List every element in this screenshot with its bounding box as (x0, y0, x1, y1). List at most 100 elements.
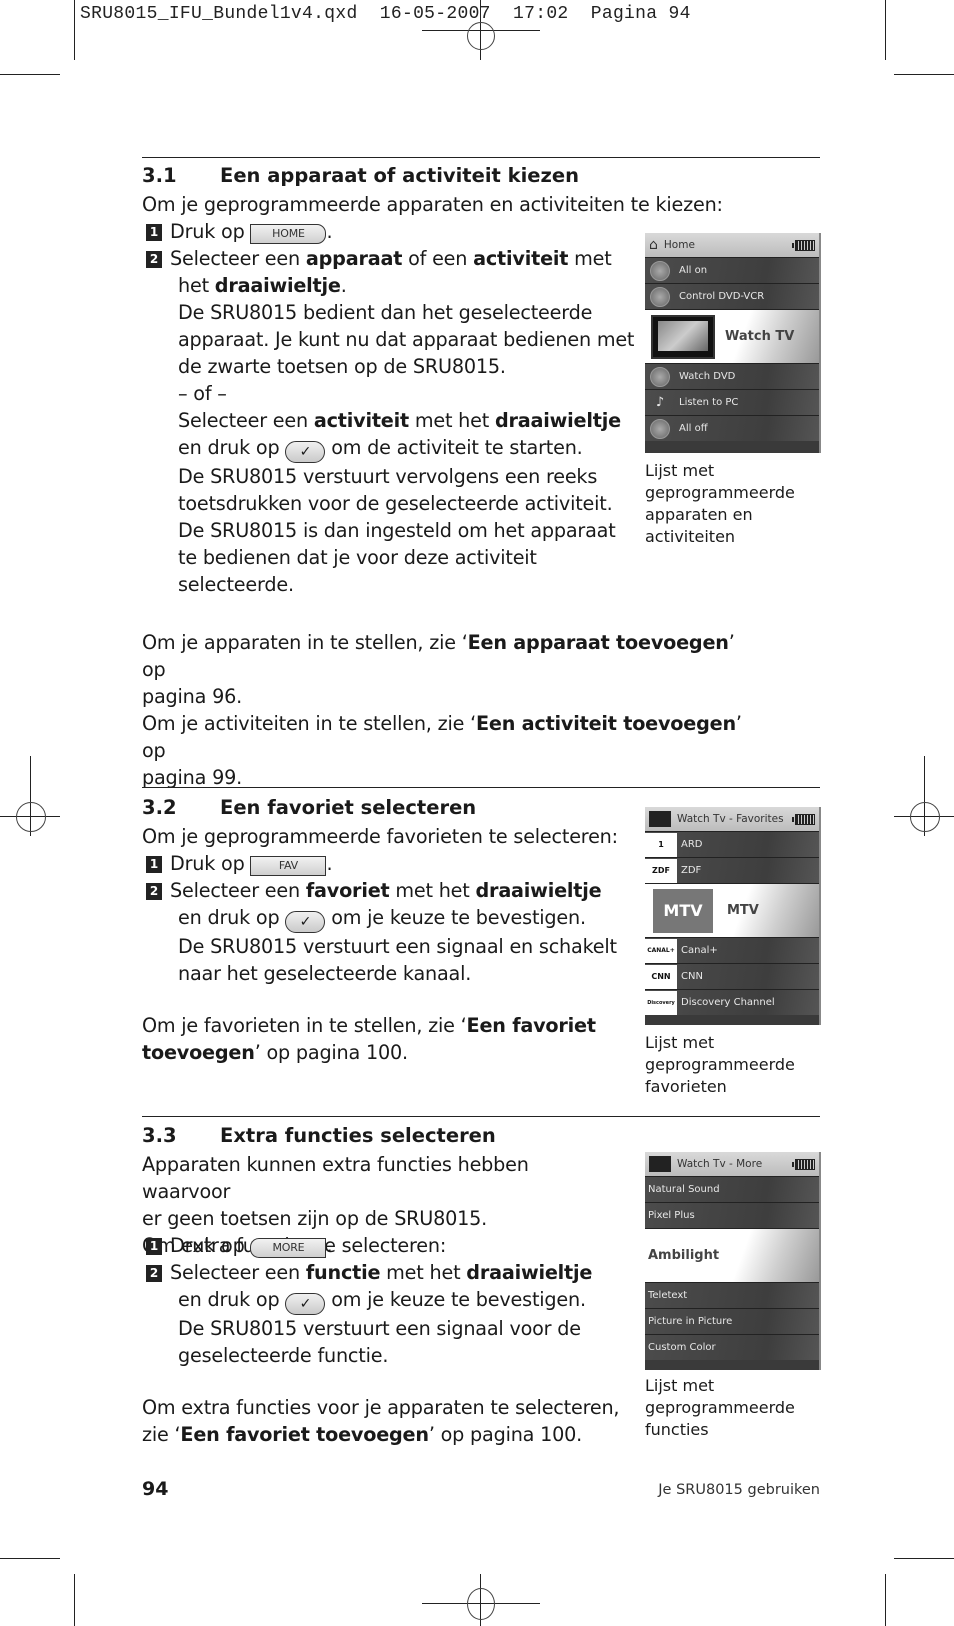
step-text: Druk op (170, 1234, 245, 1257)
ref-text: Om je activiteiten in te stellen, zie ‘ (142, 712, 476, 735)
caption-line: activiteiten (645, 527, 736, 546)
step-text-bold: draaiwieltje (466, 1261, 593, 1284)
slug-time: 17:02 (513, 4, 569, 24)
section-heading-3-2: 3.2 Een favoriet selecteren (142, 796, 476, 819)
step-text-bold: draaiwieltje (214, 274, 341, 297)
text-line: Om je activiteiten in te stellen, zie ‘E… (142, 710, 762, 764)
menu-item-label: All off (679, 423, 708, 434)
menu-item-selected: Watch TV (645, 309, 819, 363)
section-divider (142, 787, 820, 788)
text-line: zie ‘Een favoriet toevoegen’ op pagina 1… (142, 1421, 622, 1448)
caption-line: favorieten (645, 1077, 727, 1096)
step-text: . (326, 1234, 333, 1257)
step-text: . (326, 852, 333, 875)
registration-circle (467, 22, 495, 50)
menu-item-label: Custom Color (648, 1342, 716, 1353)
menu-item: CNN CNN (645, 963, 819, 989)
dvd-icon (650, 366, 670, 387)
crop-mark (74, 0, 75, 60)
menu-item-label: ARD (681, 839, 703, 850)
menu-item-label: Pixel Plus (648, 1210, 695, 1221)
step-text: . (340, 274, 347, 297)
mtv-logo-icon: MTV (653, 888, 713, 933)
menu-item-selected: Ambilight (645, 1228, 819, 1282)
ref-link: Een activiteit toevoegen (476, 712, 736, 735)
tv-icon (649, 1156, 671, 1172)
cross-reference: Om je apparaten in te stellen, zie ‘ Een … (142, 629, 762, 791)
menu-item-label: Listen to PC (679, 397, 739, 408)
menu-item-selected: MTV MTV (645, 883, 819, 937)
text-line: er geen toetsen zijn op de SRU8015. (142, 1207, 488, 1230)
home-key-icon: HOME (250, 224, 327, 244)
step-number-badge: 2 (146, 883, 162, 900)
step-text-bold: apparaat (305, 247, 403, 270)
screen-header: ⌂ Home (645, 233, 819, 257)
text-line: geselecteerde functie. (178, 1344, 389, 1367)
text-line: pagina 96. (142, 685, 242, 708)
menu-item: ZDF ZDF (645, 857, 819, 883)
step-number-badge: 1 (146, 856, 162, 873)
menu-item-label: Watch TV (725, 329, 795, 344)
step-2: 2 Selecteer een functie met het draaiwiel… (146, 1259, 626, 1286)
cnn-logo-icon: CNN (645, 964, 677, 989)
menu-item: Watch DVD (645, 363, 819, 389)
screen-header: Watch Tv - Favorites (645, 807, 819, 831)
screen-title: Home (663, 239, 695, 251)
cross-reference: Om extra functies voor je apparaten te s… (142, 1394, 622, 1448)
screen-title: Watch Tv - More (677, 1158, 763, 1170)
caption-line: functies (645, 1420, 709, 1439)
step-text-bold: favoriet (305, 879, 390, 902)
ref-text: ’ op pagina 100. (254, 1041, 408, 1064)
ref-text: Om je favorieten in te stellen, zie ‘ (142, 1014, 467, 1037)
menu-item-label: Discovery Channel (681, 997, 775, 1008)
step-text: en druk op (178, 436, 280, 459)
step-number-badge: 2 (146, 251, 162, 268)
figure-caption: Lijst met geprogrammeerde favorieten (645, 1032, 825, 1098)
cross-reference: Om je favorieten in te stellen, zie ‘Een… (142, 1012, 622, 1066)
menu-item-label: ZDF (681, 865, 702, 876)
text-line: naar het geselecteerde kanaal. (178, 962, 472, 985)
text-line: en druk op ✓ om je keuze te bevestigen. (178, 1286, 638, 1315)
text-line: De SRU8015 verstuurt een signaal voor de (178, 1317, 581, 1340)
step-text-bold: functie (305, 1261, 381, 1284)
section-heading-3-1: 3.1 Een apparaat of activiteit kiezen (142, 164, 579, 187)
caption-line: Lijst met (645, 1376, 715, 1395)
section-number: 3.2 (142, 796, 177, 819)
ref-text: Om je apparaten in te stellen, zie ‘ (142, 631, 468, 654)
crop-mark (74, 1574, 75, 1626)
section-title: Een favoriet selecteren (220, 796, 477, 819)
step-text: . (326, 220, 333, 243)
step-text: met het (380, 1261, 467, 1284)
step-text-bold: activiteit (473, 247, 569, 270)
ok-key-icon: ✓ (285, 1293, 326, 1315)
more-key-icon: MORE (250, 1238, 327, 1258)
home-icon: ⌂ (649, 237, 658, 253)
text-line: De SRU8015 verstuurt een signaal en scha… (178, 935, 617, 958)
caption-line: Lijst met (645, 1033, 715, 1052)
step-1: 1 Druk op MORE. (146, 1232, 626, 1259)
battery-icon (792, 1158, 815, 1170)
ref-text: zie ‘ (142, 1423, 181, 1446)
step-text: Selecteer een (178, 409, 314, 432)
section-title: Een apparaat of activiteit kiezen (220, 164, 579, 187)
text-line: De SRU8015 is dan ingesteld om het appar… (178, 519, 616, 542)
section-divider (142, 1116, 820, 1117)
figure-caption: Lijst met geprogrammeerde functies (645, 1375, 825, 1441)
menu-item: ♪ Listen to PC (645, 389, 819, 415)
section-number: 3.1 (142, 164, 177, 187)
registration-circle (910, 802, 940, 832)
step-text: Selecteer een (170, 247, 306, 270)
device-screen-more: Watch Tv - More Natural Sound Pixel Plus… (645, 1152, 821, 1370)
registration-circle (467, 1588, 495, 1620)
crop-mark (0, 1558, 60, 1559)
step-text: Druk op (170, 220, 245, 243)
menu-item-label: Watch DVD (679, 371, 736, 382)
text-line: toetsdrukken voor de geselecteerde activ… (178, 492, 613, 515)
crop-mark (894, 1558, 954, 1559)
text-line: en druk op ✓ om de activiteit te starten… (178, 434, 638, 463)
step-text: om je keuze te bevestigen. (331, 906, 586, 929)
step-1: 1 Druk op FAV. (146, 850, 626, 877)
menu-item: CANAL+ Canal+ (645, 937, 819, 963)
step-1: 1 Druk op HOME. (146, 218, 626, 245)
step-text: met het (389, 879, 476, 902)
